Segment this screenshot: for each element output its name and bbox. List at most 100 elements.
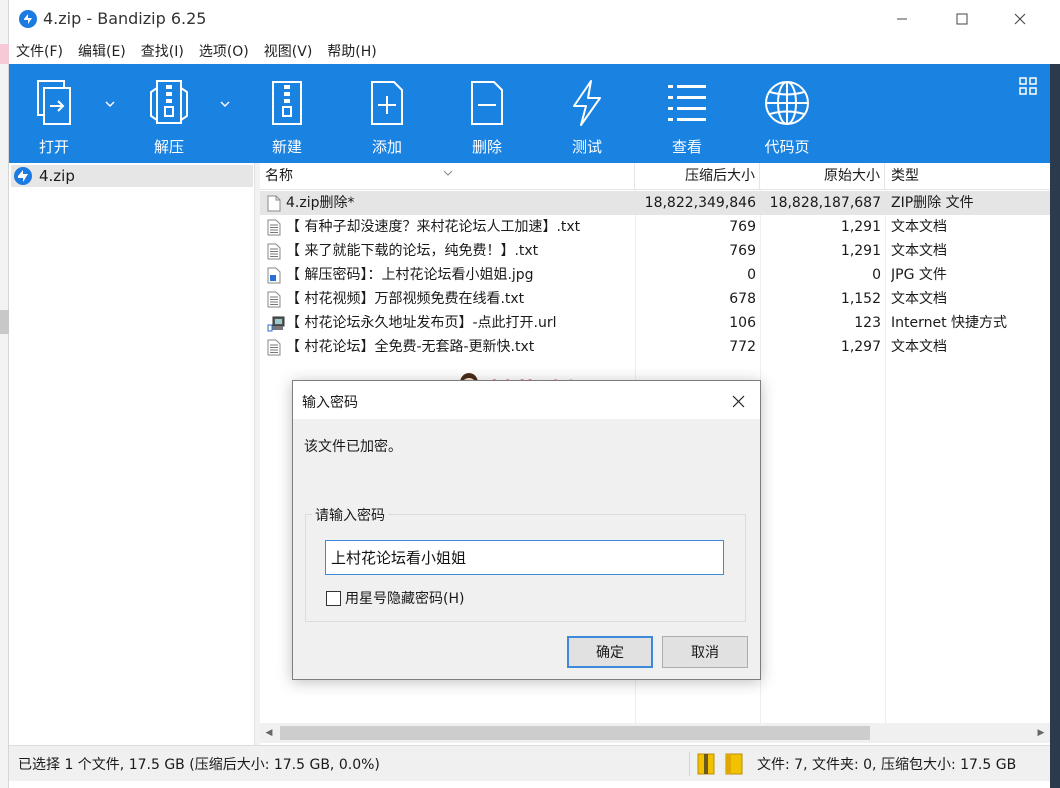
file-name: 【 村花论坛永久地址发布页】-点此打开.url bbox=[286, 315, 557, 331]
column-header-name[interactable]: 名称 bbox=[260, 163, 635, 190]
cancel-button[interactable]: 取消 bbox=[662, 636, 748, 668]
dialog-title-bar: 输入密码 bbox=[293, 381, 760, 419]
file-name: 【 解压密码】：上村花论坛看小姐姐.jpg bbox=[286, 267, 534, 283]
file-row[interactable]: 4.zip删除* 18,822,349,846 18,828,187,687 ZIP删… bbox=[260, 191, 1050, 215]
menu-find[interactable]: 查找(I) bbox=[141, 41, 184, 61]
tree-item-label: 4.zip bbox=[39, 167, 75, 185]
file-name: 【 来了就能下载的论坛，纯免费！】.txt bbox=[286, 243, 539, 259]
ok-button[interactable]: 确定 bbox=[567, 636, 653, 668]
open-dropdown-chevron-icon[interactable] bbox=[105, 97, 115, 110]
file-type: ZIP删除 文件 bbox=[891, 195, 974, 211]
file-type: 文本文档 bbox=[891, 291, 947, 307]
text-file-icon bbox=[267, 219, 281, 236]
horizontal-scrollbar[interactable]: ◀ ▶ bbox=[260, 723, 1050, 743]
file-row[interactable]: 【 村花论坛永久地址发布页】-点此打开.url 106 123 Internet 快捷… bbox=[260, 311, 1050, 335]
menu-edit[interactable]: 编辑(E) bbox=[78, 41, 126, 61]
extract-button[interactable]: 解压 bbox=[134, 78, 204, 158]
add-button[interactable]: 添加 bbox=[352, 78, 422, 158]
lightning-icon bbox=[573, 80, 601, 126]
extract-dropdown-chevron-icon[interactable] bbox=[220, 97, 230, 110]
tree-item-archive-root[interactable]: 4.zip bbox=[11, 165, 253, 187]
archive-status-icon bbox=[697, 753, 715, 775]
minimize-button[interactable] bbox=[873, 0, 931, 38]
file-packed-size: 769 bbox=[729, 243, 756, 259]
column-header-name-label: 名称 bbox=[265, 168, 293, 184]
toolbar: 打开 解压 新建 添加 删除 测试 查看 代码页 bbox=[9, 64, 1050, 163]
add-file-icon bbox=[371, 81, 403, 125]
file-type: 文本文档 bbox=[891, 243, 947, 259]
zip-archive-icon bbox=[14, 167, 32, 185]
file-name: 4.zip删除* bbox=[286, 195, 355, 211]
delete-file-icon bbox=[471, 81, 503, 125]
file-name: 【 村花论坛】全免费-无套路-更新快.txt bbox=[286, 339, 535, 355]
password-groupbox: 请输入密码 用星号隐藏密码(H) bbox=[305, 505, 746, 622]
new-archive-label: 新建 bbox=[271, 138, 302, 156]
password-group-label: 请输入密码 bbox=[312, 505, 388, 525]
close-window-button[interactable] bbox=[991, 0, 1049, 38]
view-label: 查看 bbox=[671, 138, 702, 156]
text-file-icon bbox=[267, 243, 281, 260]
file-type: JPG 文件 bbox=[891, 267, 947, 283]
file-row[interactable]: 【 村花论坛】全免费-无套路-更新快.txt 772 1,297 文本文档 bbox=[260, 335, 1050, 359]
menu-bar: 文件(F) 编辑(E) 查找(I) 选项(O) 视图(V) 帮助(H) bbox=[9, 38, 1050, 64]
file-packed-size: 106 bbox=[729, 315, 756, 331]
view-button[interactable]: 查看 bbox=[652, 78, 722, 158]
desktop-left-strip bbox=[0, 0, 9, 788]
menu-file[interactable]: 文件(F) bbox=[16, 41, 63, 61]
list-view-icon bbox=[668, 85, 706, 121]
codepage-button[interactable]: 代码页 bbox=[752, 78, 822, 158]
folder-status-icon bbox=[725, 753, 743, 775]
globe-icon bbox=[765, 81, 809, 125]
file-packed-size: 769 bbox=[729, 219, 756, 235]
file-original-size: 1,291 bbox=[840, 243, 881, 259]
scroll-left-arrow-icon[interactable]: ◀ bbox=[260, 723, 278, 743]
menu-help[interactable]: 帮助(H) bbox=[327, 41, 376, 61]
file-original-size: 18,828,187,687 bbox=[769, 195, 881, 211]
delete-button[interactable]: 删除 bbox=[452, 78, 522, 158]
layout-grid-icon[interactable] bbox=[1019, 77, 1037, 99]
extract-icon bbox=[150, 80, 188, 124]
text-file-icon bbox=[267, 291, 281, 308]
file-original-size: 1,297 bbox=[840, 339, 881, 355]
file-original-size: 1,291 bbox=[840, 219, 881, 235]
file-row[interactable]: 【 有种子却没速度？来村花论坛人工加速】.txt 769 1,291 文本文档 bbox=[260, 215, 1050, 239]
column-header-packed-size[interactable]: 压缩后大小 bbox=[635, 163, 760, 190]
dialog-close-icon[interactable] bbox=[723, 389, 753, 413]
hide-password-checkbox-label[interactable]: 用星号隐藏密码(H) bbox=[345, 588, 464, 608]
file-name: 【 村花视频】万部视频免费在线看.txt bbox=[286, 291, 525, 307]
open-icon bbox=[37, 80, 71, 125]
file-packed-size: 772 bbox=[729, 339, 756, 355]
hide-password-checkbox-row[interactable]: 用星号隐藏密码(H) bbox=[326, 588, 464, 608]
file-row[interactable]: 【 村花视频】万部视频免费在线看.txt 678 1,152 文本文档 bbox=[260, 287, 1050, 311]
file-original-size: 0 bbox=[872, 267, 881, 283]
column-header-row: 名称 压缩后大小 原始大小 类型 bbox=[260, 163, 1050, 190]
file-packed-size: 0 bbox=[747, 267, 756, 283]
password-input[interactable] bbox=[325, 540, 724, 575]
scroll-right-arrow-icon[interactable]: ▶ bbox=[1032, 723, 1050, 743]
open-label: 打开 bbox=[38, 138, 69, 156]
column-header-type[interactable]: 类型 bbox=[885, 163, 1050, 190]
delete-label: 删除 bbox=[471, 138, 502, 156]
window-title: 4.zip - Bandizip 6.25 bbox=[43, 9, 207, 28]
file-row[interactable]: 【 解压密码】：上村花论坛看小姐姐.jpg 0 0 JPG 文件 bbox=[260, 263, 1050, 287]
menu-options[interactable]: 选项(O) bbox=[199, 41, 249, 61]
file-type: 文本文档 bbox=[891, 339, 947, 355]
scrollbar-thumb[interactable] bbox=[280, 726, 870, 740]
folder-tree: 4.zip bbox=[9, 163, 255, 745]
status-selection-text: 已选择 1 个文件, 17.5 GB (压缩后大小: 17.5 GB, 0.0%… bbox=[18, 757, 380, 773]
new-archive-button[interactable]: 新建 bbox=[252, 78, 322, 158]
hide-password-checkbox[interactable] bbox=[326, 590, 341, 606]
file-type: Internet 快捷方式 bbox=[891, 315, 1008, 331]
blank-file-icon bbox=[267, 195, 281, 212]
url-shortcut-icon bbox=[267, 315, 285, 332]
test-button[interactable]: 测试 bbox=[552, 78, 622, 158]
new-archive-icon bbox=[272, 81, 302, 125]
menu-view[interactable]: 视图(V) bbox=[264, 41, 313, 61]
column-header-original-size[interactable]: 原始大小 bbox=[760, 163, 885, 190]
codepage-label: 代码页 bbox=[764, 138, 810, 156]
file-type: 文本文档 bbox=[891, 219, 947, 235]
desktop-right-strip bbox=[1050, 64, 1060, 788]
maximize-button[interactable] bbox=[933, 0, 991, 38]
open-button[interactable]: 打开 bbox=[19, 78, 89, 158]
file-row[interactable]: 【 来了就能下载的论坛，纯免费！】.txt 769 1,291 文本文档 bbox=[260, 239, 1050, 263]
